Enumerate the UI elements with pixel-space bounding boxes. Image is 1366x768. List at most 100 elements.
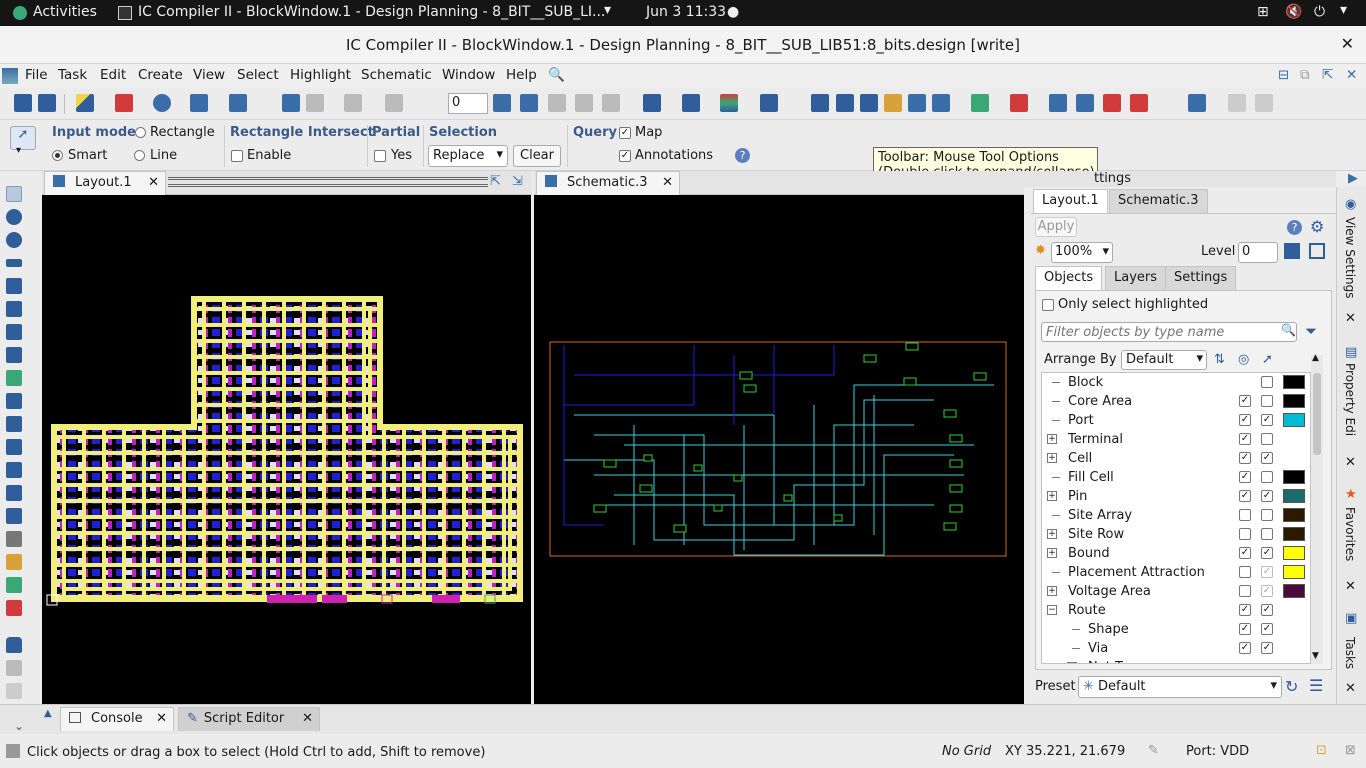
restore-icon[interactable]: ⧉ (1300, 67, 1310, 83)
collapse-icon[interactable]: − (1047, 605, 1057, 615)
menu-schematic[interactable]: Schematic (361, 67, 432, 83)
drc-icon[interactable] (1010, 94, 1028, 112)
expand-icon[interactable]: + (1047, 453, 1057, 463)
side-tab-tasks[interactable]: Tasks (1343, 637, 1357, 669)
menu-task[interactable]: Task (58, 67, 87, 83)
split-icon[interactable] (6, 324, 22, 340)
color-swatch[interactable] (1283, 508, 1305, 522)
side-tab-property-editor[interactable]: Property Edi (1343, 363, 1357, 436)
spin-input[interactable]: 0 (448, 93, 488, 114)
align-tool-icon[interactable] (6, 370, 22, 386)
camera-icon[interactable] (760, 94, 778, 112)
tree-row[interactable]: + Pin ✓ ✓ (1042, 487, 1310, 506)
selectable-checkbox[interactable] (1261, 395, 1273, 407)
tree-row[interactable]: Port ✓ ✓ (1042, 411, 1310, 430)
selectable-checkbox[interactable]: ✓ (1261, 452, 1273, 464)
tab-layers[interactable]: Layers (1105, 266, 1167, 290)
line-radio[interactable] (134, 150, 145, 161)
close-icon[interactable]: ✕ (1345, 579, 1356, 594)
menu-icon[interactable]: ☰ (1309, 676, 1323, 695)
pin-tool-icon[interactable] (6, 416, 22, 432)
tree-row[interactable]: Core Area ✓ (1042, 392, 1310, 411)
tab-layout[interactable]: Layout.1 ✕ (44, 171, 166, 195)
expand-up-icon[interactable]: ▲ (44, 708, 52, 719)
maximize-pane-icon[interactable]: ⇲ (512, 174, 523, 189)
gear-tool-icon[interactable] (1188, 94, 1206, 112)
grid-icon[interactable] (860, 94, 878, 112)
tab-script-editor[interactable]: ✎ Script Editor ✕ (178, 707, 320, 731)
visible-checkbox[interactable]: ✓ (1239, 547, 1251, 559)
chevron-down-icon[interactable]: ▾ (16, 145, 21, 156)
color-swatch[interactable] (1283, 394, 1305, 408)
level-select-icon[interactable] (1284, 243, 1300, 259)
tree-row[interactable]: + Bound ✓ ✓ (1042, 544, 1310, 563)
tab-console[interactable]: Console ✕ (60, 707, 174, 731)
gear-icon[interactable]: ⚙ (1310, 217, 1324, 236)
tree-row[interactable]: − Route ✓ ✓ (1042, 601, 1310, 620)
color-swatch[interactable] (1283, 546, 1305, 560)
resize-icon[interactable] (6, 439, 22, 455)
visible-checkbox[interactable]: ✓ (1239, 604, 1251, 616)
close-tab-icon[interactable]: ✕ (302, 711, 313, 726)
smart-radio[interactable] (52, 150, 63, 161)
select-tool-button[interactable]: ➚ (10, 126, 36, 150)
cc-icon[interactable] (811, 94, 829, 112)
tab-drag-handle[interactable] (168, 177, 488, 187)
scroll-up-icon[interactable]: ▲ (1312, 353, 1319, 363)
zoom-select[interactable]: 100% ▾ (1051, 242, 1113, 263)
zoom-in-icon[interactable] (6, 232, 22, 248)
tree-row[interactable]: Placement Attraction ✓ (1042, 563, 1310, 582)
distribute-icon[interactable] (520, 94, 538, 112)
chart-icon[interactable] (884, 94, 902, 112)
selectable-checkbox[interactable]: ✓ (1261, 585, 1273, 597)
visible-checkbox[interactable]: ✓ (1239, 414, 1251, 426)
tree-row[interactable]: + Site Row (1042, 525, 1310, 544)
color-swatch[interactable] (1283, 413, 1305, 427)
sort-icon[interactable]: ⇅ (1214, 352, 1225, 367)
level-spinbox[interactable]: 0 (1238, 242, 1278, 263)
side-tab-view-settings[interactable]: View Settings (1343, 217, 1357, 299)
menu-file[interactable]: File (25, 67, 48, 83)
expand-icon[interactable]: + (1047, 548, 1057, 558)
move-icon[interactable] (6, 278, 22, 294)
snap-icon[interactable] (153, 94, 171, 112)
selectable-checkbox[interactable]: ✓ (1261, 623, 1273, 635)
delete-icon[interactable] (6, 600, 22, 616)
net-icon[interactable] (720, 94, 738, 112)
annotations-checkbox[interactable]: ✓ (619, 150, 631, 162)
tree-row[interactable]: Via ✓ ✓ (1042, 639, 1310, 658)
selectable-checkbox[interactable]: ✓ (1261, 414, 1273, 426)
close-tab-icon[interactable]: ✕ (662, 175, 673, 190)
clear-button[interactable]: Clear (513, 145, 561, 167)
tree-row[interactable]: Fill Cell ✓ (1042, 468, 1310, 487)
align-icon[interactable] (493, 94, 511, 112)
tree-row[interactable]: Block (1042, 373, 1310, 392)
clock[interactable]: Jun 3 11:33 (646, 4, 726, 20)
visible-checkbox[interactable]: ✓ (1239, 490, 1251, 502)
selectability-icon[interactable]: ➚ (1262, 352, 1273, 367)
tab-settings[interactable]: Settings (1165, 266, 1237, 290)
color-swatch[interactable] (1283, 470, 1305, 484)
color-swatch[interactable] (1283, 375, 1305, 389)
filter-icon[interactable]: ⏷ (1305, 322, 1317, 340)
close-window-button[interactable]: ✕ (1341, 34, 1354, 53)
selectable-checkbox[interactable] (1261, 509, 1273, 521)
tile-windows-icon[interactable]: ⊟ (1278, 67, 1289, 83)
selectable-checkbox[interactable]: ✓ (1261, 604, 1273, 616)
layers-icon[interactable] (1049, 94, 1067, 112)
visible-checkbox[interactable]: ✓ (1239, 623, 1251, 635)
expand-icon[interactable]: + (1067, 662, 1077, 663)
tree-row[interactable]: Site Array (1042, 506, 1310, 525)
menu-view[interactable]: View (193, 67, 225, 83)
tree-scrollbar[interactable]: ▲ ▼ (1311, 353, 1323, 664)
close-icon[interactable]: ✕ (1345, 311, 1356, 326)
expand-icon[interactable]: + (1047, 586, 1057, 596)
probe-icon[interactable] (908, 94, 926, 112)
scroll-thumb[interactable] (1313, 373, 1321, 455)
close-icon[interactable]: ✕ (1345, 681, 1356, 696)
selectable-checkbox[interactable]: ✓ (1261, 547, 1273, 559)
help-icon[interactable]: ? (735, 148, 750, 163)
mirror-icon[interactable] (6, 393, 22, 409)
close-tab-icon[interactable]: ✕ (156, 711, 167, 726)
preset-select[interactable]: ✳ Default ▾ (1078, 676, 1282, 698)
